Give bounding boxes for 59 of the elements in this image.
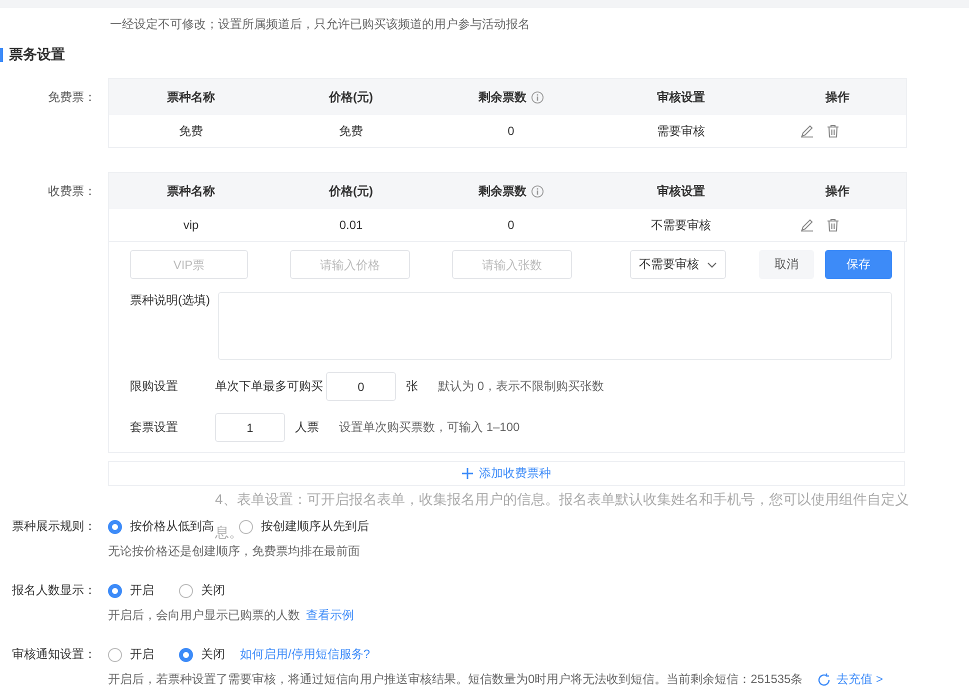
section-title: 票务设置: [9, 46, 65, 64]
column-header: 票种名称: [167, 182, 215, 200]
hint-text: 无论按价格还是创建顺序，免费票均排在最前面: [108, 543, 360, 560]
price-field[interactable]: 请输入价格: [290, 250, 410, 279]
table-cell-text: 需要审核: [656, 122, 706, 140]
hint-text: 默认为 0，表示不限制购买张数: [438, 378, 604, 395]
column-header: 价格(元): [329, 182, 373, 200]
ticket-name-field[interactable]: VIP票: [130, 250, 248, 279]
column-header: 票种名称: [167, 88, 215, 106]
trash-icon[interactable]: [826, 218, 840, 232]
radio-option[interactable]: 开启: [108, 582, 154, 599]
info-icon[interactable]: [530, 184, 544, 198]
field-label: 票种说明(选填): [130, 292, 211, 309]
column-header: 剩余票数: [478, 182, 526, 200]
notice-text: 一经设定不可修改；设置所属频道后，只允许已购买该频道的用户参与活动报名: [110, 16, 531, 33]
cancel-button[interactable]: 取消: [759, 250, 814, 279]
radio-option[interactable]: 关闭: [179, 582, 225, 599]
trash-icon[interactable]: [826, 124, 840, 138]
unit-label: 人票: [295, 419, 319, 436]
section-marker: [0, 48, 3, 62]
table-cell-text: 免费: [178, 122, 204, 140]
column-header: 审核设置: [657, 182, 705, 200]
column-header: 价格(元): [329, 88, 373, 106]
info-icon[interactable]: [530, 90, 544, 104]
hint-text: 设置单次购买票数，可输入 1–100: [339, 419, 520, 436]
quantity-field[interactable]: 请输入张数: [452, 250, 572, 279]
field-label: 限购设置: [130, 378, 179, 395]
table-cell-text: 0.01: [338, 218, 364, 232]
bundle-field[interactable]: 1: [215, 413, 285, 442]
column-header: 操作: [826, 182, 850, 200]
radio-option[interactable]: 关闭: [179, 646, 225, 663]
table-cell-text: vip: [182, 218, 200, 232]
setting-label: 报名人数显示：: [11, 582, 96, 599]
field-label: 收费票：: [47, 183, 96, 200]
hint-text: 开启后，若票种设置了需要审核，将通过短信向用户推送审核结果。短信数量为0时用户将无法收到短信。当前剩余短信：251535条: [108, 671, 803, 688]
radio-option[interactable]: 开启: [108, 646, 154, 663]
edit-icon[interactable]: [800, 218, 814, 232]
field-label: 单次下单最多可购买: [215, 378, 323, 395]
column-header: 剩余票数: [478, 88, 526, 106]
refresh-icon[interactable]: [816, 672, 831, 686]
field-label: 套票设置: [130, 419, 179, 436]
plus-icon: [462, 468, 473, 479]
chevron-down-icon: [707, 260, 717, 270]
field-label: 免费票：: [47, 89, 96, 106]
radio-option[interactable]: 按价格从低到高: [108, 518, 214, 535]
setting-label: 审核通知设置：: [11, 646, 96, 663]
limit-field[interactable]: 0: [326, 372, 396, 401]
overlay-text: 4、表单设置：可开启报名表单，收集报名用户的信息。报名表单默认收集姓名和手机号，您可以使用组件自定义: [215, 491, 909, 509]
unit-label: 张: [406, 378, 418, 395]
review-select[interactable]: 不需要审核: [630, 250, 726, 279]
column-header: 操作: [826, 88, 850, 106]
edit-icon[interactable]: [800, 124, 814, 138]
table-cell-text: 0: [506, 124, 516, 138]
table-cell-text: 0: [506, 218, 516, 232]
table-cell-text: 不需要审核: [650, 216, 712, 234]
column-header: 审核设置: [657, 88, 705, 106]
hint-text: 开启后，会向用户显示已购票的人数: [108, 607, 300, 624]
setting-label: 票种展示规则：: [11, 518, 96, 535]
table-cell-text: 免费: [338, 122, 364, 140]
